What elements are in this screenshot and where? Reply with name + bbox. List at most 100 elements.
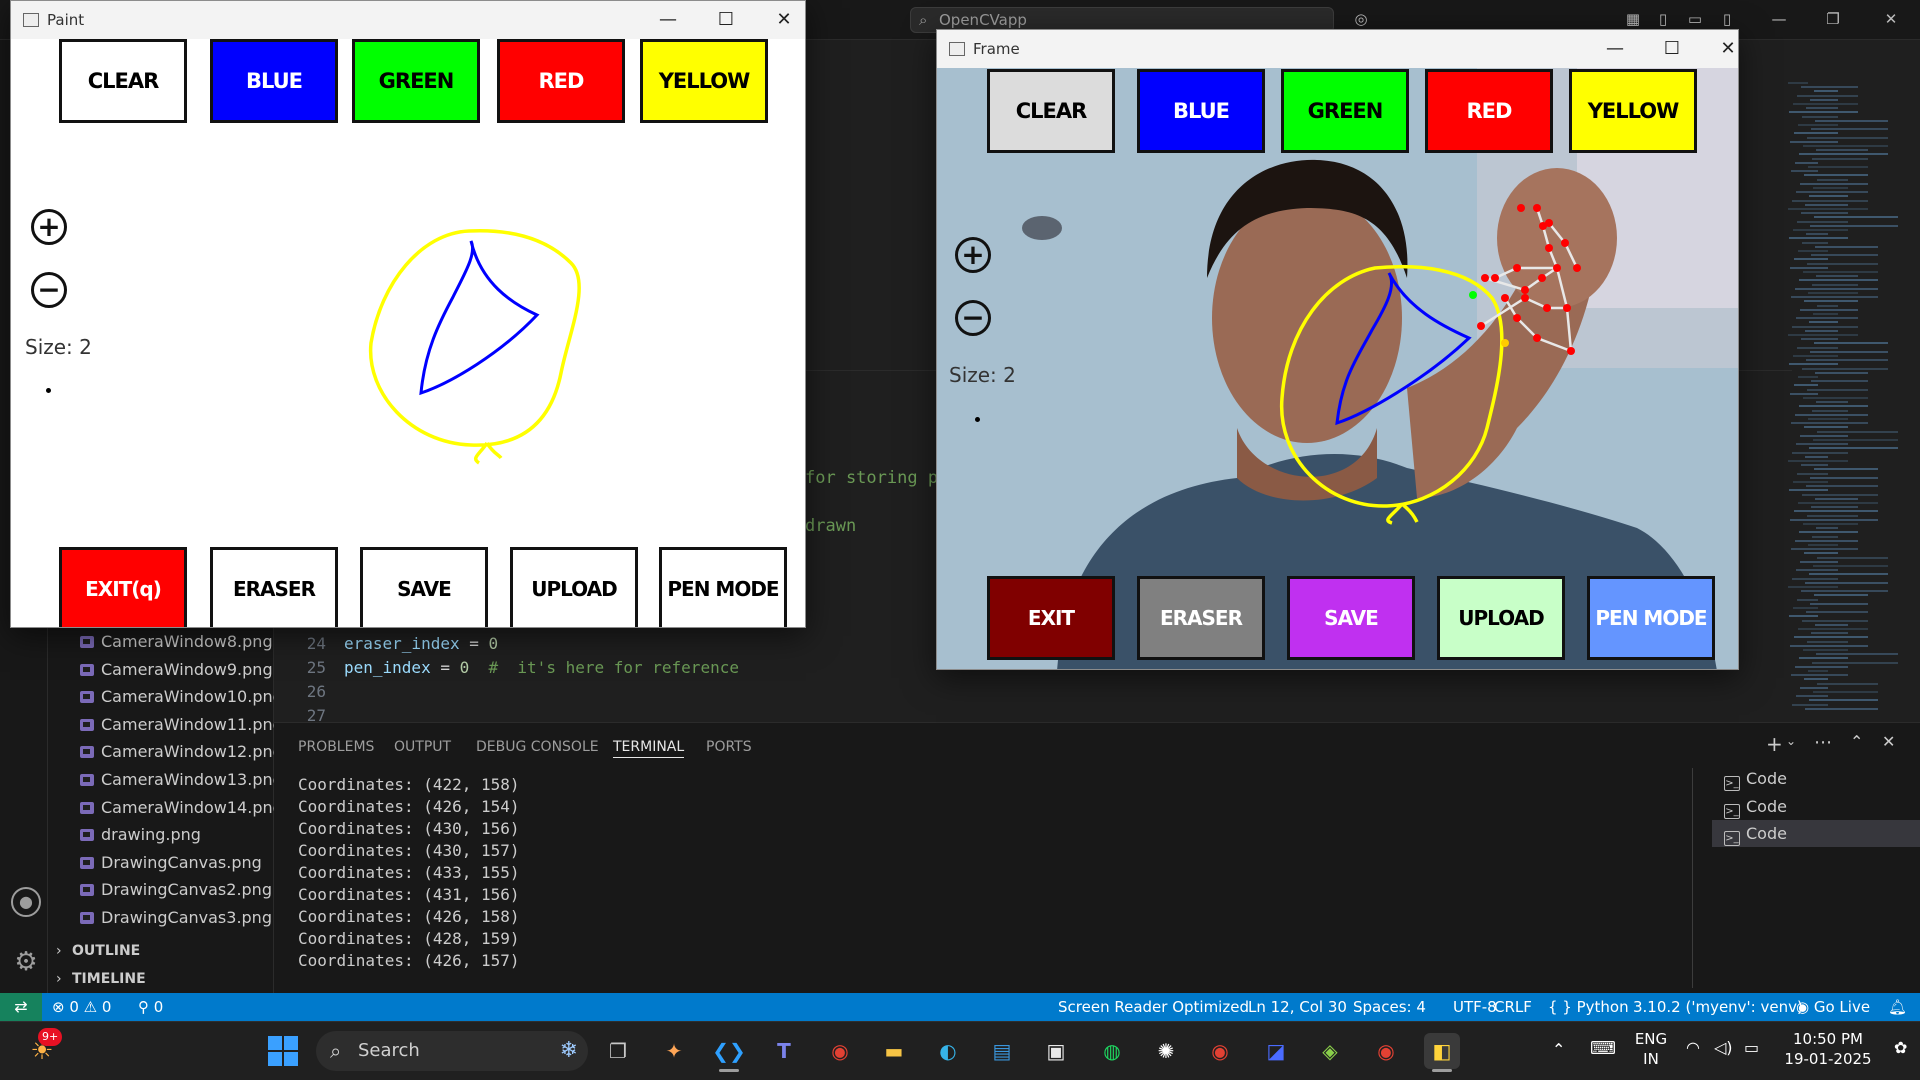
file-item[interactable]: DrawingCanvas3.png [80, 904, 272, 931]
vscode-close-icon[interactable]: ✕ [1880, 10, 1902, 30]
interpreter-status[interactable]: 3.10.2 ('myenv': venv) [1633, 993, 1803, 1021]
zoom-in-button[interactable]: + [31, 209, 67, 245]
chevron-up-icon[interactable]: ⌃ [1552, 1040, 1565, 1059]
chrome-icon[interactable]: ◉ [822, 1033, 858, 1069]
encoding-status[interactable]: UTF-8 [1453, 993, 1497, 1021]
taskbar-search[interactable]: ⌕ Search ❄ [316, 1031, 588, 1071]
green-button[interactable]: GREEN [1281, 69, 1409, 153]
tab-output[interactable]: OUTPUT [394, 736, 451, 758]
copilot-icon[interactable]: ◎ [1350, 10, 1372, 30]
save-button[interactable]: SAVE [360, 547, 488, 627]
vscode-app-icon[interactable]: ❮❯ [711, 1033, 747, 1069]
language-status[interactable]: { } Python [1548, 993, 1629, 1021]
file-item[interactable]: CameraWindow13.png [80, 766, 283, 793]
eol-status[interactable]: CRLF [1494, 993, 1532, 1021]
terminal-instance[interactable]: >_ Code [1712, 765, 1920, 792]
maximize-icon[interactable]: ☐ [703, 1, 749, 39]
toggle-secondary-sidebar-icon[interactable]: ▯ [1716, 10, 1738, 30]
frame-titlebar[interactable]: Frame — ☐ ✕ [937, 30, 1738, 68]
drawing-canvas[interactable] [361, 223, 611, 473]
toggle-sidebar-icon[interactable]: ▯ [1652, 10, 1674, 30]
paint-titlebar[interactable]: Paint — ☐ ✕ [11, 1, 805, 39]
eraser-button[interactable]: ERASER [210, 547, 338, 627]
red-button[interactable]: RED [497, 39, 625, 123]
layout-icon[interactable]: ▦ [1622, 10, 1644, 30]
minimap[interactable] [1788, 82, 1908, 722]
timeline-section[interactable]: › TIMELINE [56, 966, 266, 992]
upload-button[interactable]: UPLOAD [1437, 576, 1565, 660]
start-icon[interactable] [268, 1036, 298, 1066]
yellow-button[interactable]: YELLOW [640, 39, 768, 123]
notepad-icon[interactable]: ▤ [984, 1033, 1020, 1069]
spotify-icon[interactable]: ◍ [1094, 1033, 1130, 1069]
minimize-icon[interactable]: — [645, 1, 691, 39]
close-icon[interactable]: ✕ [761, 1, 805, 39]
vscode-restore-icon[interactable]: ❐ [1822, 10, 1844, 30]
go-live-button[interactable]: ◉ Go Live [1796, 993, 1870, 1021]
task-view-icon[interactable]: ❐ [600, 1033, 636, 1069]
zoom-in-button[interactable]: + [955, 237, 991, 273]
maximize-panel-icon[interactable]: ⌃ [1850, 732, 1863, 751]
copilot-app-icon[interactable]: ✦ [656, 1033, 692, 1069]
save-button[interactable]: SAVE [1287, 576, 1415, 660]
gear-icon[interactable]: ⚙ [10, 946, 42, 978]
taskbar-clock[interactable]: 10:50 PM 19-01-2025 [1768, 1029, 1888, 1069]
eraser-button[interactable]: ERASER [1137, 576, 1265, 660]
terminal-instance[interactable]: >_ Code [1712, 793, 1920, 820]
clear-button[interactable]: CLEAR [987, 69, 1115, 153]
tab-debug-console[interactable]: DEBUG CONSOLE [476, 736, 599, 758]
stack-app-icon[interactable]: ◈ [1312, 1033, 1348, 1069]
file-item[interactable]: CameraWindow10.png [80, 683, 283, 710]
terminal-instance[interactable]: >_ Code [1712, 820, 1920, 847]
exit-q-button[interactable]: EXIT(q) [59, 547, 187, 627]
store-icon[interactable]: ▣ [1038, 1033, 1074, 1069]
file-explorer-icon[interactable]: ▬ [876, 1033, 912, 1069]
volume-icon[interactable]: ◁) [1714, 1038, 1733, 1057]
chatgpt-icon[interactable]: ✺ [1148, 1033, 1184, 1069]
close-panel-icon[interactable]: ✕ [1882, 732, 1895, 751]
blue-button[interactable]: BLUE [210, 39, 338, 123]
file-item[interactable]: drawing.png [80, 821, 201, 848]
cursor-position[interactable]: Ln 12, Col 30 [1248, 993, 1347, 1021]
pen-mode-button[interactable]: PEN MODE [659, 547, 787, 627]
app-icon[interactable]: ◪ [1258, 1033, 1294, 1069]
file-item[interactable]: DrawingCanvas.png [80, 849, 262, 876]
chrome-icon[interactable]: ◉ [1368, 1033, 1404, 1069]
toggle-panel-icon[interactable]: ▭ [1684, 10, 1706, 30]
keyboard-icon[interactable]: ⌨ [1590, 1038, 1616, 1059]
blue-button[interactable]: BLUE [1137, 69, 1265, 153]
account-icon[interactable]: ● [11, 887, 41, 917]
indentation-status[interactable]: Spaces: 4 [1353, 993, 1426, 1021]
battery-icon[interactable]: ▭ [1744, 1038, 1759, 1057]
file-item[interactable]: CameraWindow12.png [80, 738, 283, 765]
new-terminal-icon[interactable]: + [1766, 732, 1783, 756]
pen-mode-button[interactable]: PEN MODE [1587, 576, 1715, 660]
exit-button[interactable]: EXIT [987, 576, 1115, 660]
terminal-scrollbar[interactable] [1692, 768, 1693, 988]
problems-status[interactable]: ⊗ 0 ⚠ 0 [52, 993, 111, 1021]
python-app-icon[interactable]: ◧ [1424, 1033, 1460, 1069]
file-item[interactable]: DrawingCanvas2.png [80, 876, 272, 903]
yellow-button[interactable]: YELLOW [1569, 69, 1697, 153]
tab-terminal[interactable]: TERMINAL [613, 736, 685, 758]
remote-indicator[interactable]: ⇄ [0, 993, 42, 1021]
teams-icon[interactable]: T [766, 1033, 802, 1069]
maximize-icon[interactable]: ☐ [1649, 30, 1695, 68]
minimize-icon[interactable]: — [1592, 30, 1638, 68]
wifi-icon[interactable]: ◠ [1686, 1038, 1700, 1057]
file-item[interactable]: CameraWindow11.png [80, 711, 283, 738]
language-indicator[interactable]: ENG IN [1626, 1029, 1676, 1069]
chevron-down-icon[interactable]: ⌄ [1786, 734, 1796, 748]
edge-icon[interactable]: ◐ [930, 1033, 966, 1069]
outline-section[interactable]: › OUTLINE [56, 938, 266, 964]
file-item[interactable]: CameraWindow9.png [80, 656, 273, 683]
notifications-icon[interactable]: 🔔︎ [1888, 993, 1907, 1021]
green-button[interactable]: GREEN [352, 39, 480, 123]
ports-status[interactable]: ⚲ 0 [138, 993, 163, 1021]
tab-problems[interactable]: PROBLEMS [298, 736, 374, 758]
tab-ports[interactable]: PORTS [706, 736, 752, 758]
vscode-minimize-icon[interactable]: — [1768, 10, 1790, 30]
upload-button[interactable]: UPLOAD [510, 547, 638, 627]
zoom-out-button[interactable]: − [955, 300, 991, 336]
more-icon[interactable]: ⋯ [1814, 732, 1832, 753]
